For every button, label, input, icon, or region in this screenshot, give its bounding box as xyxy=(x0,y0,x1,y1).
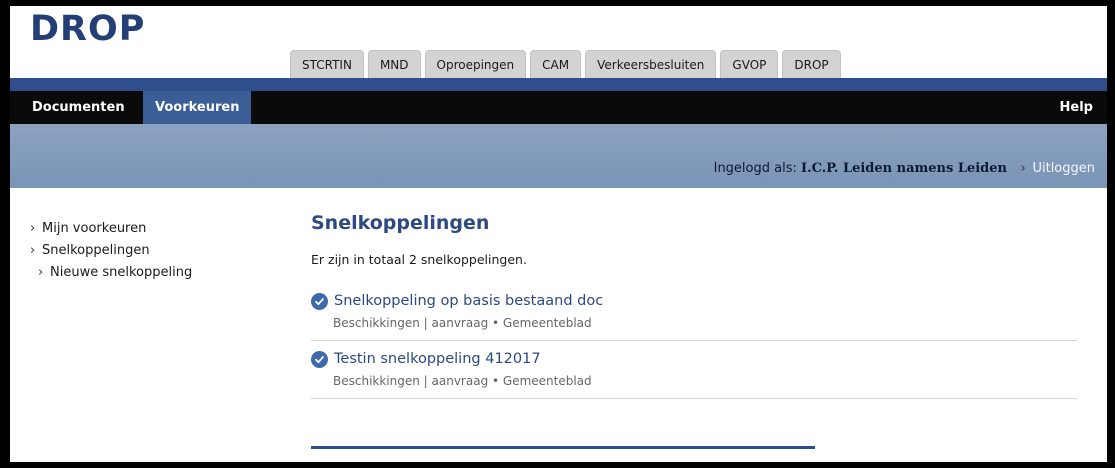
shortcut-link[interactable]: Snelkoppeling op basis bestaand doc xyxy=(311,290,1077,312)
sidebar-item-mijn-voorkeuren[interactable]: › Mijn voorkeuren xyxy=(30,218,192,240)
sidebar-item-nieuwe-snelkoppeling[interactable]: › Nieuwe snelkoppeling xyxy=(30,262,192,284)
check-circle-icon xyxy=(311,350,328,368)
sidebar-item-snelkoppelingen[interactable]: › Snelkoppelingen xyxy=(30,240,192,262)
tab-mnd[interactable]: MND xyxy=(367,50,421,78)
sidebar-item-label: Nieuwe snelkoppeling xyxy=(50,265,193,280)
user-info-bar: Ingelogd als: I.C.P. Leiden namens Leide… xyxy=(10,124,1107,188)
brand-bar xyxy=(10,78,1107,91)
chevron-right-icon: › xyxy=(30,221,36,236)
tab-cam[interactable]: CAM xyxy=(530,50,582,78)
nav-help[interactable]: Help xyxy=(1060,91,1093,124)
tab-stcrtin[interactable]: STCRTIN xyxy=(290,50,364,78)
list-item: Snelkoppeling op basis bestaand doc Besc… xyxy=(311,290,1077,341)
list-item: Testin snelkoppeling 412017 Beschikkinge… xyxy=(311,348,1077,399)
main-content: Snelkoppelingen Er zijn in totaal 2 snel… xyxy=(311,209,1077,406)
shortcut-title: Snelkoppeling op basis bestaand doc xyxy=(334,293,604,309)
shortcut-link[interactable]: Testin snelkoppeling 412017 xyxy=(311,348,1077,370)
tab-verkeersbesluiten[interactable]: Verkeersbesluiten xyxy=(585,50,717,78)
shortcut-meta: Beschikkingen | aanvraag • Gemeenteblad xyxy=(333,316,592,330)
login-status: Ingelogd als: I.C.P. Leiden namens Leide… xyxy=(714,161,1007,176)
tab-oproepingen[interactable]: Oproepingen xyxy=(424,50,527,78)
nav-documenten[interactable]: Documenten xyxy=(32,91,125,124)
chevron-right-icon: › xyxy=(30,243,36,258)
page-title: Snelkoppelingen xyxy=(311,212,490,234)
site-tabs: STCRTIN MND Oproepingen CAM Verkeersbesl… xyxy=(290,50,845,78)
result-summary: Er zijn in totaal 2 snelkoppelingen. xyxy=(311,252,527,267)
tab-drop[interactable]: DROP xyxy=(782,50,841,78)
logout-link[interactable]: › Uitloggen xyxy=(1020,161,1095,176)
shortcut-meta: Beschikkingen | aanvraag • Gemeenteblad xyxy=(333,374,592,388)
nav-voorkeuren[interactable]: Voorkeuren xyxy=(143,91,252,124)
app-window: DROP STCRTIN MND Oproepingen CAM Verkeer… xyxy=(10,6,1107,462)
logo[interactable]: DROP xyxy=(30,9,145,49)
sidebar-item-label: Snelkoppelingen xyxy=(42,243,150,258)
shortcut-list: Snelkoppeling op basis bestaand doc Besc… xyxy=(311,290,1077,399)
main-nav: Documenten Voorkeuren Help xyxy=(10,91,1107,124)
tab-gvop[interactable]: GVOP xyxy=(720,50,779,78)
sidebar: › Mijn voorkeuren › Snelkoppelingen › Nieuw… xyxy=(30,218,192,284)
logout-label: Uitloggen xyxy=(1032,161,1095,176)
chevron-right-icon: › xyxy=(1020,161,1026,176)
login-label: Ingelogd als: xyxy=(713,161,797,176)
sidebar-item-label: Mijn voorkeuren xyxy=(42,221,147,236)
footer-divider xyxy=(311,446,815,449)
site-header: DROP STCRTIN MND Oproepingen CAM Verkeer… xyxy=(10,6,1107,78)
login-user-name: I.C.P. Leiden namens Leiden xyxy=(801,161,1007,176)
chevron-right-icon: › xyxy=(38,265,44,280)
check-circle-icon xyxy=(311,292,328,310)
shortcut-title: Testin snelkoppeling 412017 xyxy=(334,351,541,367)
